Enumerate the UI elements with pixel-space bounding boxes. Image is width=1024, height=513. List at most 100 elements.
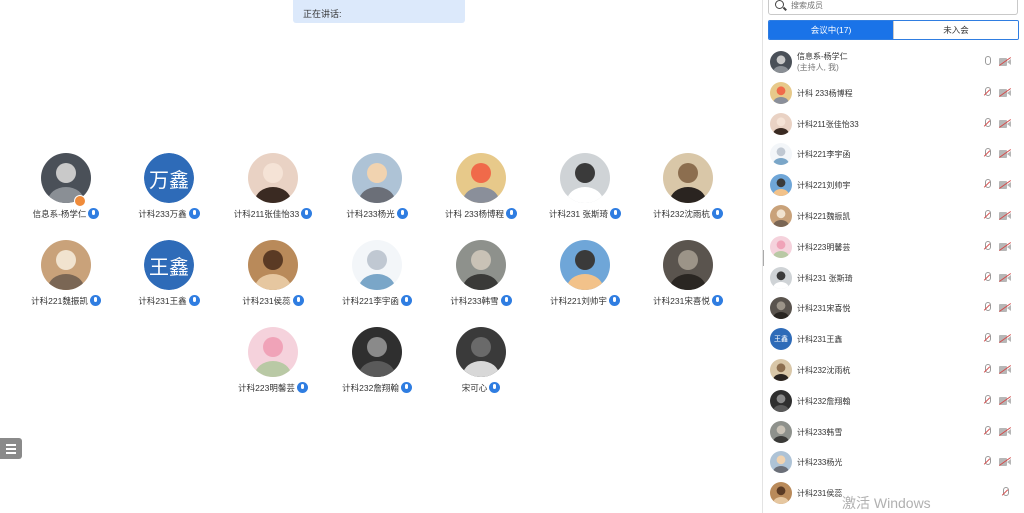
mic-muted-icon[interactable]	[983, 240, 991, 252]
camera-off-icon[interactable]	[998, 303, 1012, 313]
member-row[interactable]: 计科232詹翔翰	[764, 385, 1024, 416]
mic-muted-icon[interactable]	[983, 364, 991, 375]
member-name: 计科221李宇函	[797, 149, 850, 160]
camera-off-slash	[998, 272, 1012, 282]
avatar	[663, 240, 713, 290]
participant-tile[interactable]: 计科233杨光	[325, 153, 429, 233]
participant-tile[interactable]: 计科223明馨芸	[221, 327, 325, 407]
mic-icon	[188, 295, 200, 307]
member-row[interactable]: 计科233杨光	[764, 446, 1024, 477]
avatar	[248, 153, 298, 203]
participant-tile[interactable]: 计科221魏振凯	[14, 240, 118, 320]
tab-in-meeting[interactable]: 会议中(17)	[769, 21, 893, 39]
member-name: 计科231王鑫	[797, 334, 842, 345]
mic-muted-icon[interactable]	[983, 425, 991, 437]
member-row[interactable]: 计科231 张斯琦	[764, 262, 1024, 293]
member-name: 计科221刘帅宇	[797, 180, 850, 191]
participant-tile[interactable]: 计科233韩雪	[429, 240, 533, 320]
tab-not-joined[interactable]: 未入会	[893, 21, 1018, 39]
camera-off-icon[interactable]	[998, 395, 1012, 405]
mic-icon[interactable]	[983, 56, 991, 67]
camera-off-icon[interactable]	[998, 241, 1012, 251]
mic-muted-icon[interactable]	[983, 179, 991, 190]
mic-muted-icon[interactable]	[983, 394, 991, 406]
member-name: 计科231 张斯琦	[797, 273, 853, 284]
mic-muted-icon[interactable]	[983, 117, 991, 129]
participant-name: 计科221魏振凯	[14, 295, 118, 307]
member-avatar	[770, 174, 792, 197]
mic-muted-icon[interactable]	[983, 148, 991, 159]
participant-tile[interactable]: 信息系-杨学仁	[14, 153, 118, 233]
participant-tile[interactable]: 计科 233杨博程	[429, 153, 533, 233]
camera-off-icon[interactable]	[998, 426, 1012, 436]
camera-off-slash	[998, 426, 1012, 436]
member-row[interactable]: 计科221李宇函	[764, 138, 1024, 169]
participant-tile[interactable]: 计科211张佳怡33	[221, 153, 325, 233]
camera-off-icon[interactable]	[998, 118, 1012, 128]
camera-off-icon[interactable]	[998, 365, 1012, 374]
member-row[interactable]: 计科221刘帅宇	[764, 169, 1024, 200]
member-row[interactable]: 计科 233杨博程	[764, 77, 1024, 108]
member-name-label: 计科233杨光	[797, 458, 843, 468]
member-row[interactable]: 信息系-杨学仁 (主持人, 我)	[764, 46, 1024, 77]
participant-name: 计科232沈雨杭	[636, 208, 740, 220]
participant-tile[interactable]: 计科231侯蕊	[221, 240, 325, 320]
member-row[interactable]: 计科232沈雨杭	[764, 354, 1024, 385]
camera-off-icon[interactable]	[998, 334, 1012, 344]
participant-tile[interactable]: 计科232沈雨杭	[636, 153, 740, 233]
participant-tile[interactable]: 计科231宋喜悦	[636, 240, 740, 320]
menu-list-icon[interactable]	[0, 438, 22, 459]
mic-icon	[489, 382, 501, 394]
member-name-label: 计科231侯蕊	[797, 489, 843, 499]
camera-off-icon[interactable]	[998, 211, 1012, 220]
participant-tile[interactable]: 计科221李宇函	[325, 240, 429, 320]
mic-muted-icon[interactable]	[983, 456, 991, 467]
member-row[interactable]: 计科223明馨芸	[764, 231, 1024, 262]
camera-off-slash	[998, 241, 1012, 251]
participant-tile[interactable]: 计科231 张斯琦	[533, 153, 637, 233]
member-row[interactable]: 计科221魏振凯	[764, 200, 1024, 231]
mic-muted-icon[interactable]	[983, 302, 991, 313]
participant-name: 计科231王鑫	[117, 295, 221, 307]
member-row[interactable]: 王鑫 计科231王鑫	[764, 323, 1024, 354]
member-row[interactable]: 计科211张佳怡33	[764, 108, 1024, 139]
mic-muted-icon[interactable]	[1001, 487, 1009, 498]
mic-muted-icon[interactable]	[983, 333, 991, 344]
camera-off-icon[interactable]	[998, 180, 1012, 190]
participant-tile[interactable]: 计科221刘帅宇	[533, 240, 637, 320]
mic-muted-icon[interactable]	[983, 210, 991, 221]
participant-tile[interactable]: 王鑫计科231王鑫	[117, 240, 221, 320]
member-name-label: 计科221李宇函	[797, 150, 851, 160]
avatar	[352, 240, 402, 290]
avatar	[560, 153, 610, 203]
camera-off-icon[interactable]	[998, 57, 1012, 66]
member-row[interactable]: 计科233韩雪	[764, 416, 1024, 447]
avatar	[456, 240, 506, 290]
camera-off-icon[interactable]	[998, 149, 1012, 159]
member-name-label: 计科231 张斯琦	[797, 273, 853, 283]
camera-off-icon[interactable]	[998, 272, 1012, 282]
member-avatar	[770, 51, 792, 73]
camera-off-icon[interactable]	[998, 87, 1012, 97]
member-name: 计科233杨光	[797, 457, 842, 468]
mic-icon	[506, 208, 518, 220]
member-search-input[interactable]	[791, 0, 1011, 12]
camera-off-icon[interactable]	[998, 457, 1012, 467]
avatar-text: 王鑫	[144, 240, 194, 290]
member-name-label: 计科233韩雪	[797, 427, 843, 437]
member-name-label: 计科221刘帅宇	[797, 181, 851, 191]
participant-tile[interactable]: 万鑫 计科233万鑫	[117, 153, 221, 233]
participant-name-label: 计科232詹翔翰	[342, 383, 399, 393]
participant-name-label: 计科232沈雨杭	[653, 209, 710, 219]
participant-name: 计科231侯蕊	[221, 295, 325, 307]
participant-tile[interactable]: 计科232詹翔翰	[325, 327, 429, 407]
member-name: 计科231侯蕊	[797, 488, 842, 499]
avatar	[248, 327, 298, 377]
participant-tile[interactable]: 宋可心	[429, 327, 533, 407]
windows-activation-watermark: 激活 Windows	[842, 495, 931, 511]
mic-muted-icon[interactable]	[983, 86, 991, 98]
mic-muted-icon[interactable]	[983, 271, 991, 283]
member-row[interactable]: 计科231宋喜悦	[764, 292, 1024, 323]
avatar	[456, 327, 506, 377]
member-search-box[interactable]	[768, 0, 1018, 15]
